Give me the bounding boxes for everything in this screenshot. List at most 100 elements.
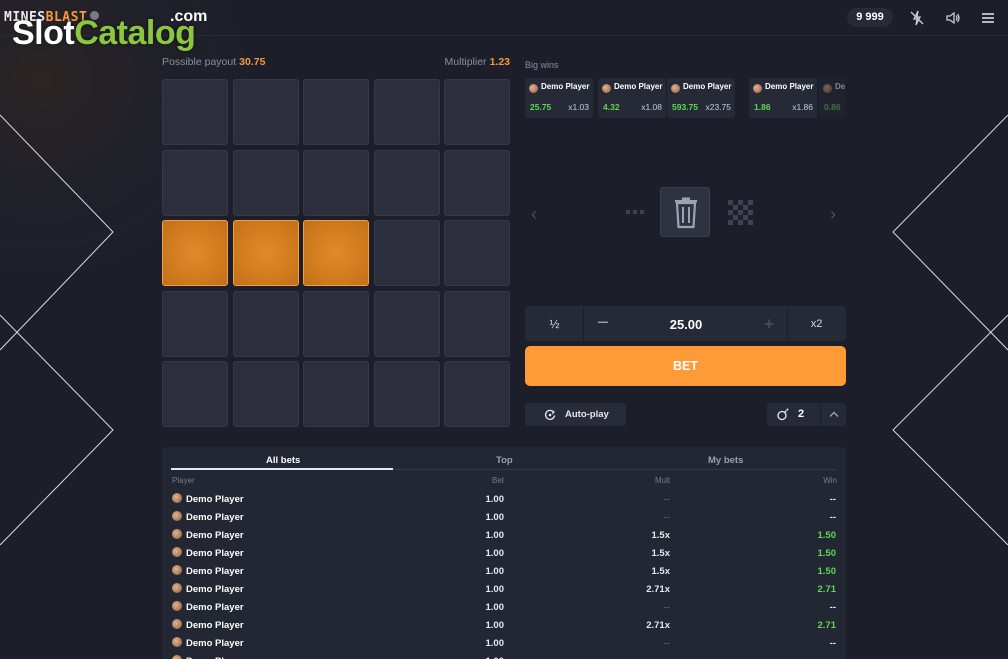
stake-control: ½ − + x2	[525, 306, 846, 342]
tile[interactable]	[303, 79, 369, 145]
tile[interactable]	[444, 220, 510, 286]
tile-revealed[interactable]	[303, 220, 369, 286]
payout-row: Possible payout 30.75 Multiplier 1.23	[162, 56, 510, 70]
tile[interactable]	[373, 290, 440, 357]
increase-stake-button[interactable]: +	[758, 307, 780, 342]
autoplay-button[interactable]: Auto-play	[525, 403, 626, 426]
row-player: Demo Player	[186, 512, 244, 523]
row-bet: 1.00	[485, 638, 505, 649]
avatar	[172, 565, 182, 575]
row-win: --	[829, 494, 836, 505]
tile[interactable]	[373, 361, 440, 427]
big-win-amount: 593.75	[672, 102, 698, 112]
selector-item-checker[interactable]	[715, 187, 765, 237]
row-win: --	[829, 602, 836, 613]
tile[interactable]	[303, 361, 369, 427]
stake-input[interactable]	[626, 307, 746, 342]
tile[interactable]	[373, 220, 440, 286]
avatar	[172, 511, 182, 521]
volume-icon[interactable]	[944, 9, 962, 27]
row-mult: 1.5x	[651, 566, 671, 577]
tile[interactable]	[373, 149, 440, 216]
row-mult: --	[663, 638, 670, 649]
table-row: Demo Player 1.00 -- --	[162, 510, 846, 528]
tile[interactable]	[373, 79, 440, 145]
big-win-card: Demo Player 0.86	[819, 78, 845, 118]
tile[interactable]	[162, 79, 228, 145]
row-mult: 2.71x	[646, 584, 670, 595]
tile[interactable]	[444, 361, 510, 427]
avatar	[172, 547, 182, 557]
tile[interactable]	[303, 149, 369, 216]
tile-revealed[interactable]	[232, 220, 299, 286]
row-win: --	[829, 638, 836, 649]
watermark-domain: .com	[170, 8, 208, 25]
tile[interactable]	[232, 361, 299, 427]
decrease-stake-button[interactable]: −	[592, 307, 614, 342]
tile-revealed[interactable]	[162, 220, 228, 286]
table-row: Demo Player 1.00 2.71x 2.71	[162, 582, 846, 600]
mines-count-toggle-button[interactable]	[820, 403, 846, 426]
avatar	[172, 601, 182, 611]
big-win-player: Demo Player	[683, 82, 732, 91]
big-win-amount: 1.86	[754, 102, 771, 112]
tile[interactable]	[444, 149, 510, 216]
big-win-multiplier: x23.75	[705, 102, 731, 112]
half-stake-button[interactable]: ½	[526, 307, 584, 342]
tile[interactable]	[232, 79, 299, 145]
row-mult: 2.71x	[646, 620, 670, 631]
tile[interactable]	[232, 149, 299, 216]
autoplay-label: Auto-play	[565, 409, 609, 420]
table-row: Demo Player 1.00 -- --	[162, 636, 846, 654]
menu-icon[interactable]	[979, 9, 997, 27]
tile[interactable]	[303, 290, 369, 357]
payout-value: 30.75	[239, 56, 266, 68]
table-row: Demo Player 1.00 -- --	[162, 492, 846, 510]
avatar	[172, 493, 182, 503]
row-player: Demo Player	[186, 584, 244, 595]
tile[interactable]	[232, 290, 299, 357]
row-bet: 1.00	[485, 602, 505, 613]
selector-prev-button[interactable]: ‹	[531, 204, 537, 225]
selector-item-trash[interactable]	[660, 187, 710, 237]
big-win-player: Demo Player	[614, 82, 663, 91]
big-win-amount: 25.75	[530, 102, 552, 112]
row-win: 2.71	[817, 584, 837, 595]
tile[interactable]	[162, 361, 228, 427]
double-stake-button[interactable]: x2	[787, 307, 845, 342]
avatar	[172, 637, 182, 647]
bet-button[interactable]: BET	[525, 346, 846, 386]
column-bet: Bet	[492, 476, 505, 485]
tab-all-bets[interactable]: All bets	[266, 455, 300, 466]
bets-panel: All bets Top My bets Player Bet Mult Win…	[162, 447, 846, 659]
table-row: Demo Player 1.00 2.71x 2.71	[162, 618, 846, 636]
avatar	[823, 84, 832, 93]
active-tab-indicator	[171, 468, 393, 470]
balance-badge: 9 999	[847, 8, 893, 27]
row-mult: --	[663, 494, 670, 505]
big-win-amount: 0.86	[824, 102, 841, 112]
selector-next-button[interactable]: ›	[830, 204, 836, 225]
avatar	[172, 529, 182, 539]
top-bar: MINESBLAST SlotCatalog .com 9 999	[0, 0, 1008, 52]
mines-count-value: 2	[798, 408, 805, 420]
tile[interactable]	[444, 290, 510, 357]
selector-item-dots[interactable]	[610, 187, 660, 237]
tab-my-bets[interactable]: My bets	[708, 455, 743, 466]
big-win-amount: 4.32	[603, 102, 620, 112]
big-win-multiplier: x1.08	[641, 102, 662, 112]
row-player: Demo Player	[186, 566, 244, 577]
row-bet: 1.00	[485, 566, 505, 577]
tab-top[interactable]: Top	[496, 455, 513, 466]
row-bet: 1.00	[485, 530, 505, 541]
big-win-player: Demo Player	[765, 82, 814, 91]
tile[interactable]	[162, 290, 228, 357]
avatar	[172, 583, 182, 593]
tile[interactable]	[162, 149, 228, 216]
flash-off-icon[interactable]	[908, 9, 926, 27]
row-win: 1.50	[817, 548, 837, 559]
tile[interactable]	[444, 79, 510, 145]
multiplier-label: Multiplier	[444, 56, 487, 68]
row-bet: 1.00	[485, 548, 505, 559]
mines-count-control: 2	[767, 403, 846, 426]
